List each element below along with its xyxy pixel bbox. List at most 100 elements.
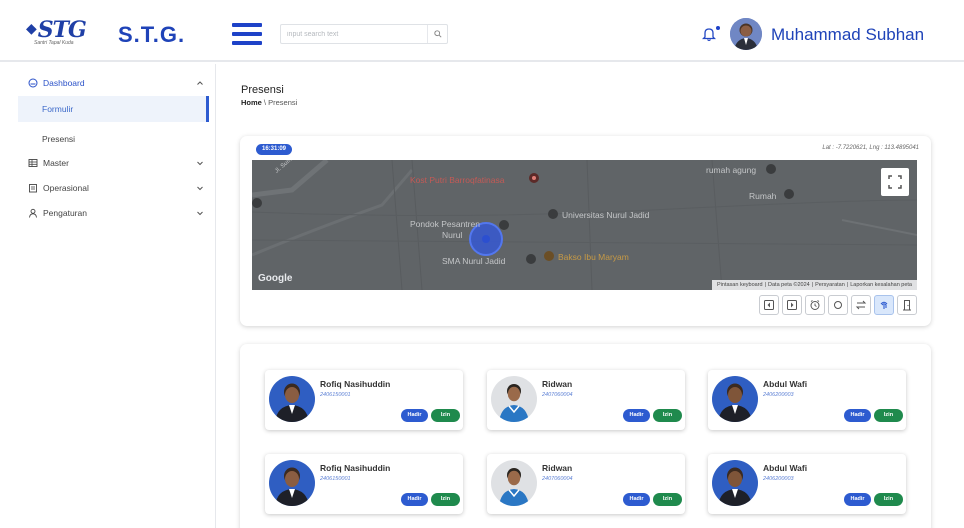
map-data-label: Data peta ©2024 — [768, 282, 810, 288]
terms-link[interactable]: Persyaratan — [815, 282, 845, 288]
sidebar-item-master[interactable]: Master — [0, 152, 216, 174]
swap-button[interactable] — [851, 295, 871, 315]
search-input[interactable] — [287, 28, 423, 41]
izin-button[interactable]: Izin — [431, 493, 460, 506]
breadcrumb-current: Presensi — [268, 98, 298, 107]
person-id: 2407060004 — [542, 476, 573, 482]
time-badge: 16:31:09 — [256, 144, 293, 155]
user-name[interactable]: Muhammad Subhan — [771, 25, 924, 45]
keyboard-shortcuts-link[interactable]: Pintasan keyboard — [717, 282, 763, 288]
attendance-card: Rofiq Nasihuddin 2406150001 Hadir Izin R… — [240, 344, 931, 528]
page-title: Presensi — [241, 84, 284, 96]
prev-button[interactable] — [759, 295, 779, 315]
chevron-down-icon — [197, 161, 203, 166]
izin-button[interactable]: Izin — [874, 493, 903, 506]
person-card: Ridwan 2407060004 Hadir Izin — [487, 454, 685, 514]
top-header: ◆STG Santri Tapal Kuda S.T.G. Muhammad S… — [0, 0, 964, 62]
dashboard-icon — [28, 78, 38, 88]
person-id: 2406150001 — [320, 476, 351, 482]
person-id: 2406200003 — [763, 476, 794, 482]
prev-icon — [764, 300, 774, 310]
izin-button[interactable]: Izin — [431, 409, 460, 422]
search-button[interactable] — [427, 25, 447, 43]
sidebar-item-pengaturan[interactable]: Pengaturan — [0, 202, 216, 224]
sidebar-item-label: Operasional — [43, 183, 89, 193]
hadir-button[interactable]: Hadir — [401, 409, 428, 422]
hadir-button[interactable]: Hadir — [401, 493, 428, 506]
person-name: Ridwan — [542, 463, 573, 473]
search-icon — [433, 30, 442, 38]
avatar — [712, 376, 758, 422]
app-logo[interactable]: ◆STG Santri Tapal Kuda — [26, 18, 100, 48]
map-place-rumah: Rumah — [749, 191, 777, 201]
izin-button[interactable]: Izin — [653, 493, 682, 506]
menu-toggle-button[interactable] — [232, 23, 262, 45]
sidebar-item-formulir[interactable]: Formulir — [18, 96, 209, 122]
location-card: 16:31:09 Lat : -7.7220621, Lng : 113.489… — [240, 136, 931, 326]
hadir-button[interactable]: Hadir — [623, 493, 650, 506]
report-error-link[interactable]: Laporkan kesalahan peta — [850, 282, 912, 288]
circle-icon — [834, 301, 842, 309]
avatar — [269, 460, 315, 506]
chevron-up-icon — [197, 81, 203, 85]
table-icon — [28, 159, 38, 167]
swap-icon — [855, 300, 867, 310]
sidebar-item-label: Dashboard — [43, 78, 85, 88]
person-name: Abdul Wafi — [763, 463, 808, 473]
sidebar-item-operasional[interactable]: Operasional — [0, 177, 216, 199]
alarm-button[interactable] — [805, 295, 825, 315]
alarm-icon — [810, 300, 820, 310]
person-card: Rofiq Nasihuddin 2406150001 Hadir Izin — [265, 454, 463, 514]
circle-button[interactable] — [828, 295, 848, 315]
map-place-pondok-2: Nurul — [442, 230, 463, 240]
sidebar-item-dashboard[interactable]: Dashboard — [0, 72, 216, 94]
person-card: Ridwan 2407060004 Hadir Izin — [487, 370, 685, 430]
chevron-down-icon — [197, 186, 203, 191]
next-button[interactable] — [782, 295, 802, 315]
brand-name: S.T.G. — [118, 22, 186, 47]
map-place-universitas: Universitas Nurul Jadid — [562, 210, 650, 220]
search-box — [280, 24, 448, 44]
person-id: 2407060004 — [542, 392, 573, 398]
person-card: Rofiq Nasihuddin 2406150001 Hadir Izin — [265, 370, 463, 430]
sidebar-item-label: Presensi — [42, 134, 76, 144]
fingerprint-icon — [880, 301, 888, 309]
next-icon — [787, 300, 797, 310]
person-name: Rofiq Nasihuddin — [320, 379, 391, 389]
clipboard-icon — [29, 184, 37, 193]
map-place-rumah-agung: rumah agung — [706, 165, 757, 175]
bell-icon — [701, 28, 717, 42]
sidebar: Dashboard Formulir Presensi Master Opera… — [0, 64, 216, 528]
map-place-kost: Kost Putri Barroqfatinasa — [410, 175, 505, 185]
person-name: Abdul Wafi — [763, 379, 808, 389]
avatar — [491, 460, 537, 506]
person-name: Rofiq Nasihuddin — [320, 463, 391, 473]
izin-button[interactable]: Izin — [874, 409, 903, 422]
breadcrumb-home[interactable]: Home — [241, 98, 262, 107]
door-button[interactable] — [897, 295, 917, 315]
breadcrumb: Home \ Presensi — [241, 98, 297, 107]
izin-button[interactable]: Izin — [653, 409, 682, 422]
avatar — [269, 376, 315, 422]
sidebar-item-label: Formulir — [42, 104, 74, 114]
map-fullscreen-button[interactable] — [881, 168, 909, 196]
hadir-button[interactable]: Hadir — [844, 493, 871, 506]
fullscreen-icon — [888, 175, 902, 189]
map-place-pondok: Pondok Pesantren — [410, 219, 480, 229]
person-id: 2406150001 — [320, 392, 351, 398]
user-avatar[interactable] — [730, 18, 762, 50]
person-id: 2406200003 — [763, 392, 794, 398]
notification-dot — [716, 26, 720, 30]
hadir-button[interactable]: Hadir — [623, 409, 650, 422]
chevron-down-icon — [197, 211, 203, 216]
fingerprint-button[interactable] — [874, 295, 894, 315]
sidebar-item-presensi[interactable]: Presensi — [18, 126, 209, 152]
sidebar-item-label: Pengaturan — [43, 208, 87, 218]
hadir-button[interactable]: Hadir — [844, 409, 871, 422]
hamburger-icon — [232, 23, 262, 27]
map-place-sma: SMA Nurul Jadid — [442, 256, 506, 266]
logo-mark: ◆STG — [26, 17, 87, 43]
map-view[interactable]: Jl. Sumur Tegal Kost Putri Barroqfatinas… — [252, 160, 917, 290]
notification-button[interactable] — [701, 26, 717, 42]
logo-tagline: Santri Tapal Kuda — [34, 40, 74, 46]
